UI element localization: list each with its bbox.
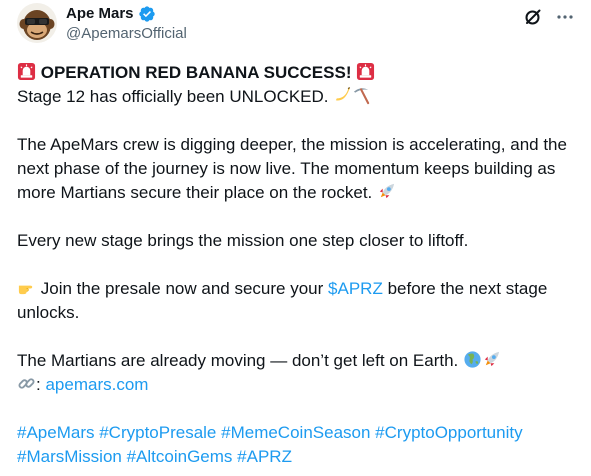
headline-text: OPERATION RED BANANA SUCCESS! [40,63,352,82]
para3-post: before the next stage [387,279,548,298]
pick-emoji-icon [354,88,370,105]
siren-emoji-icon [17,62,36,81]
link-line: : apemars.com [17,373,577,397]
pointing-hand-emoji-icon [18,285,33,295]
siren-emoji-icon [357,62,375,81]
ape-avatar-icon [17,3,57,43]
top-actions [522,6,576,28]
author-display-name[interactable]: Ape Mars [66,5,134,23]
para3-line1: Join the presale now and secure your $AP… [17,277,577,301]
hashtag-link[interactable]: #MarsMission [17,447,122,466]
rocket-emoji-icon [484,351,500,367]
para4-line: The Martians are already moving — don’t … [17,349,577,373]
link-emoji-icon [18,378,35,389]
globe-emoji-icon [464,351,481,368]
more-icon[interactable] [554,6,576,28]
hashtags-line-1: #ApeMars #CryptoPresale #MemeCoinSeason … [17,421,577,445]
para4-text: The Martians are already moving — don’t … [17,351,459,370]
banana-emoji-icon [336,86,351,101]
hashtag-link[interactable]: #CryptoOpportunity [375,423,522,442]
author-name-row: Ape Mars [66,5,156,23]
para1-line3-text: more Martians secure their place on the … [17,183,373,202]
para1-line3: more Martians secure their place on the … [17,181,577,205]
hashtag-link[interactable]: #ApeMars [17,423,94,442]
stage-line: Stage 12 has officially been UNLOCKED. [17,85,577,109]
hashtag-link[interactable]: #AltcoinGems [127,447,233,466]
hashtag-link[interactable]: #MemeCoinSeason [221,423,370,442]
tweet: Ape Mars @ApemarsOfficial OPERATION RED … [0,0,591,476]
headline-line: OPERATION RED BANANA SUCCESS! [17,61,577,85]
apemars-website-link[interactable]: apemars.com [45,375,148,394]
avatar[interactable] [17,3,57,43]
cashtag-aprz-link[interactable]: $APRZ [328,279,383,298]
para3-pre: Join the presale now and secure your [40,279,324,298]
link-prefix: : [36,375,41,394]
rocket-emoji-icon [379,183,395,199]
hashtag-link[interactable]: #APRZ [237,447,292,466]
tweet-text: OPERATION RED BANANA SUCCESS! Stage 12 h… [17,61,577,469]
para1-line2: next phase of the journey is now live. T… [17,159,556,178]
stage-text: Stage 12 has officially been UNLOCKED. [17,87,329,106]
para1-line1: The ApeMars crew is digging deeper, the … [17,135,567,154]
author-handle[interactable]: @ApemarsOfficial [66,25,187,43]
hashtags-line-2: #MarsMission #AltcoinGems #APRZ [17,445,577,469]
para3-line2: unlocks. [17,303,80,322]
para2: Every new stage brings the mission one s… [17,231,469,250]
hashtag-link[interactable]: #CryptoPresale [99,423,216,442]
verified-badge-icon [138,5,156,23]
grok-icon[interactable] [522,6,544,28]
